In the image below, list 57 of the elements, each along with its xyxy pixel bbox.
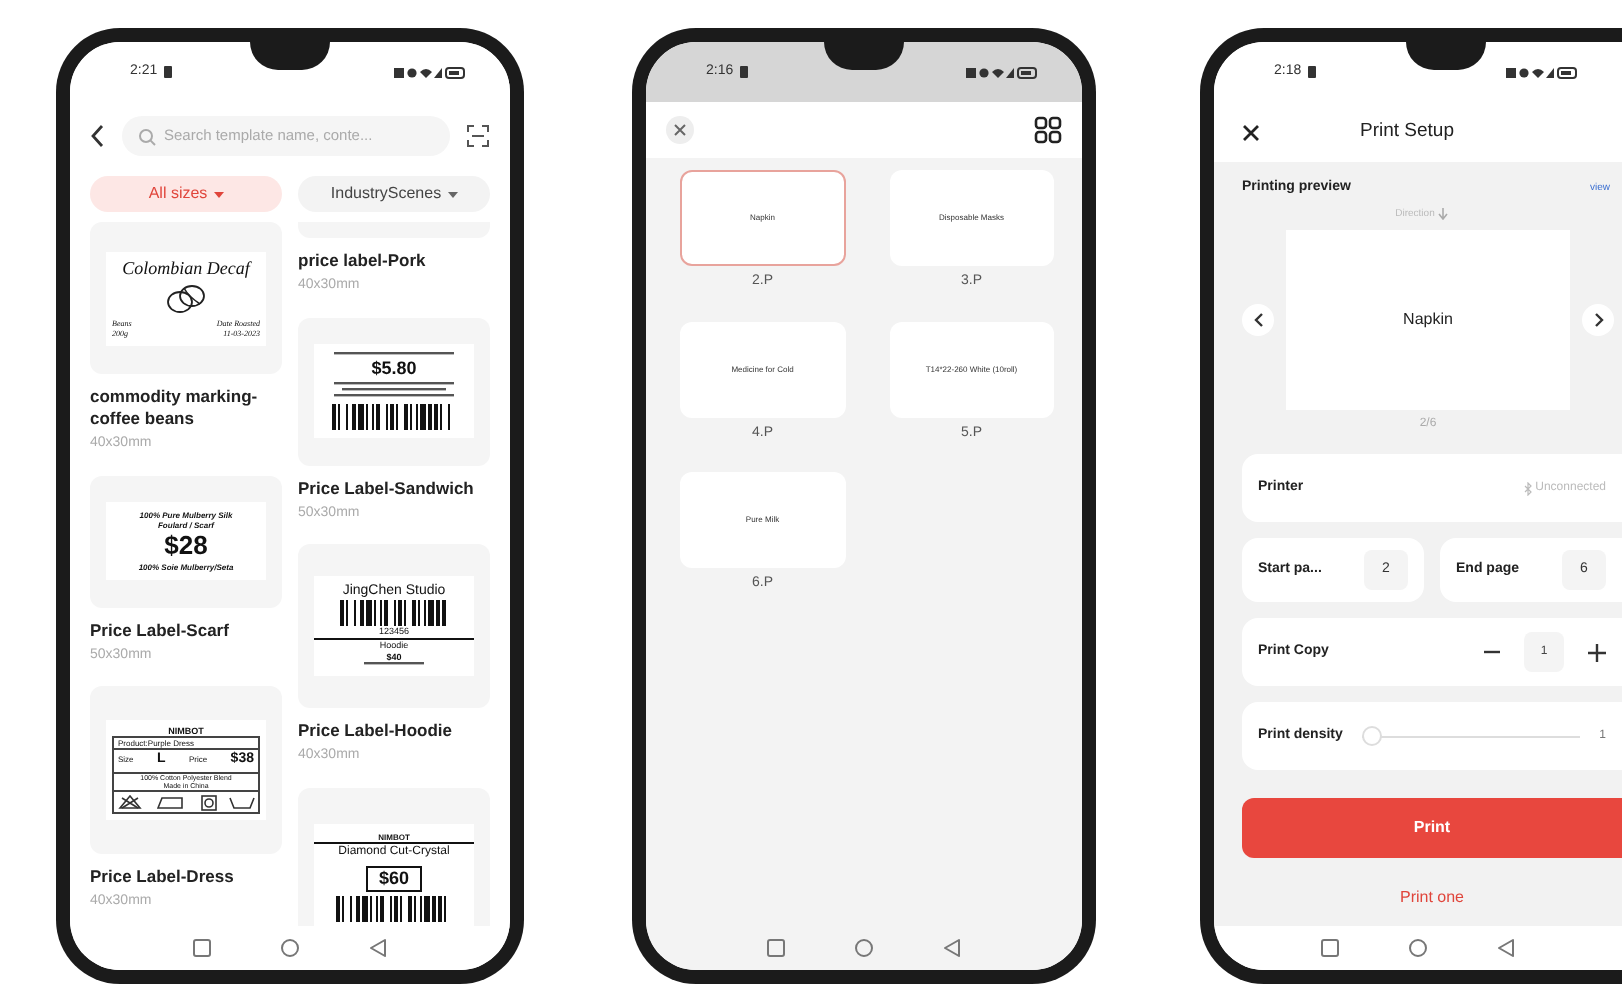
density-slider[interactable] — [1362, 726, 1580, 746]
chevron-left-icon — [1253, 312, 1263, 328]
screen-title: Print Setup — [1360, 117, 1454, 146]
back-chevron-icon[interactable] — [90, 124, 106, 148]
sim-icon — [163, 66, 172, 78]
template-title: Price Label-Dress — [90, 866, 236, 888]
barcode-drawing — [336, 895, 452, 922]
sim-icon — [739, 66, 748, 78]
label-price: $5.80 — [371, 358, 417, 382]
print-button[interactable]: Print — [1242, 798, 1622, 858]
square-icon[interactable] — [766, 938, 786, 958]
preview-text: Napkin — [1403, 308, 1453, 332]
scan-icon[interactable] — [466, 124, 490, 148]
caret-icon — [447, 191, 458, 197]
print-one-button[interactable]: Print one — [1399, 886, 1465, 910]
sim-icon — [1307, 66, 1316, 78]
filter-dropdown[interactable]: IndustryScenes — [298, 176, 490, 212]
label-price: $60 — [366, 865, 422, 892]
square-icon[interactable] — [1320, 938, 1340, 958]
status-icons-drawing — [394, 65, 466, 79]
template-thumbnail[interactable]: $5.80 — [298, 317, 490, 465]
bluetooth-icon — [1523, 481, 1532, 495]
filter-dropdown[interactable]: All sizes — [90, 176, 282, 212]
square-icon[interactable] — [192, 938, 212, 958]
template-title: price label-Pork — [298, 250, 428, 272]
close-icon — [674, 124, 686, 136]
grid-icon[interactable] — [1034, 116, 1062, 144]
template-title: Price Label-Hoodie — [298, 720, 454, 742]
previous-button[interactable] — [1242, 304, 1274, 336]
template-title: Price Label-Scarf — [90, 619, 231, 641]
circle-icon[interactable] — [280, 938, 300, 958]
care-symbols-drawing — [114, 792, 258, 813]
fine-print-drawing — [334, 352, 454, 359]
back-triangle-icon[interactable] — [1496, 938, 1516, 958]
plus-icon[interactable] — [1588, 643, 1606, 661]
coffee-beans-drawing — [164, 281, 208, 313]
down-arrow-icon — [1438, 208, 1449, 221]
next-button[interactable] — [1582, 304, 1614, 336]
close-button[interactable] — [666, 116, 694, 144]
caret-icon — [213, 191, 224, 197]
label-text: Colombian Decaf — [122, 259, 250, 277]
status-icons-drawing — [966, 65, 1038, 79]
template-title: Price Label-Sandwich — [298, 477, 476, 499]
fine-print-drawing — [334, 381, 454, 400]
close-icon[interactable] — [1242, 123, 1260, 141]
back-triangle-icon[interactable] — [368, 938, 388, 958]
fine-print-drawing — [364, 662, 424, 669]
barcode-drawing — [340, 600, 448, 627]
search-icon — [138, 127, 156, 145]
status-icons-drawing — [1506, 65, 1578, 79]
circle-icon[interactable] — [1408, 938, 1428, 958]
barcode-drawing — [332, 403, 456, 430]
template-title: commodity marking-coffee beans — [90, 386, 260, 430]
label-price: $28 — [164, 529, 208, 563]
back-triangle-icon[interactable] — [942, 938, 962, 958]
circle-icon[interactable] — [854, 938, 874, 958]
chevron-right-icon — [1593, 312, 1603, 328]
